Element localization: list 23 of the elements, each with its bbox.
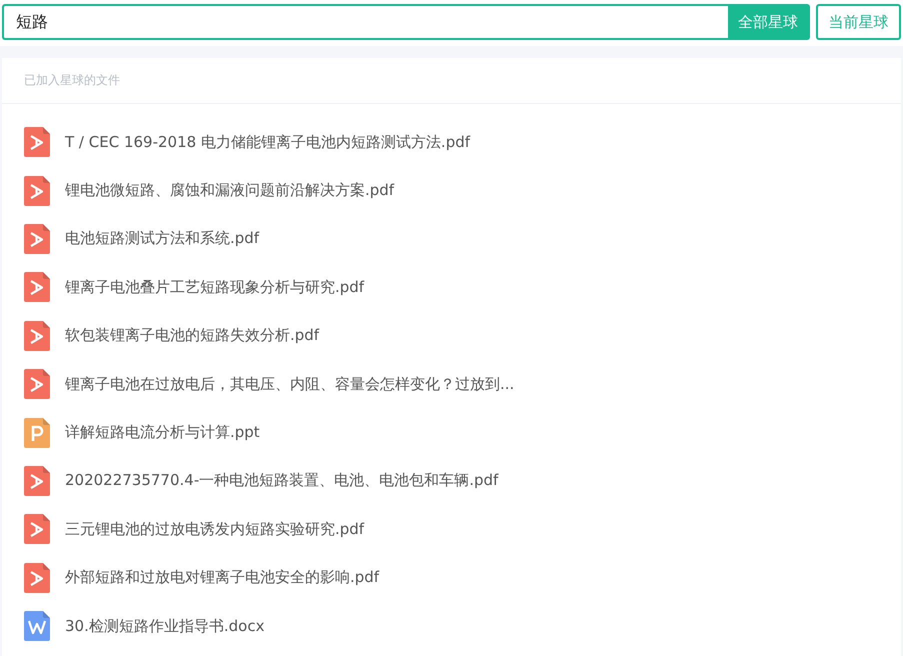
file-name-link[interactable]: 详解短路电流分析与计算.ppt (65, 423, 260, 442)
file-name-link[interactable]: 锂电池微短路、腐蚀和漏液问题前沿解决方案.pdf (65, 181, 394, 200)
file-name-link[interactable]: 软包装锂离子电池的短路失效分析.pdf (65, 326, 320, 346)
file-name-link[interactable]: 三元锂电池的过放电诱发内短路实验研究.pdf (65, 520, 364, 539)
pdf-file-icon (24, 320, 50, 351)
file-name-link[interactable]: 外部短路和过放电对锂离子电池安全的影响.pdf (65, 568, 380, 588)
file-name-link[interactable]: T / CEC 169-2018 电力储能锂离子电池内短路测试方法.pdf (65, 132, 470, 152)
pdf-file-icon (24, 466, 50, 496)
pdf-file-icon (24, 369, 50, 400)
pdf-file-icon (24, 272, 50, 302)
section-title: 已加入星球的文件 (24, 72, 120, 89)
pdf-file-icon (24, 127, 50, 158)
file-name-link[interactable]: 电池短路测试方法和系统.pdf (65, 229, 260, 248)
pdf-file-icon (24, 224, 50, 254)
pdf-file-icon (24, 562, 50, 593)
slides-file-icon (24, 418, 50, 448)
file-name-link[interactable]: 30.检测短路作业指导书.docx (65, 616, 264, 636)
pdf-file-icon (24, 176, 50, 206)
file-name-link[interactable]: 202022735770.4-一种电池短路装置、电池、电池包和车辆.pdf (65, 471, 498, 490)
word-file-icon (24, 611, 50, 642)
file-name-link[interactable]: 锂离子电池在过放电后，其电压、内阻、容量会怎样变化？过放到... (65, 374, 514, 394)
pdf-file-icon (24, 514, 50, 544)
file-name-link[interactable]: 锂离子电池叠片工艺短路现象分析与研究.pdf (65, 278, 364, 297)
